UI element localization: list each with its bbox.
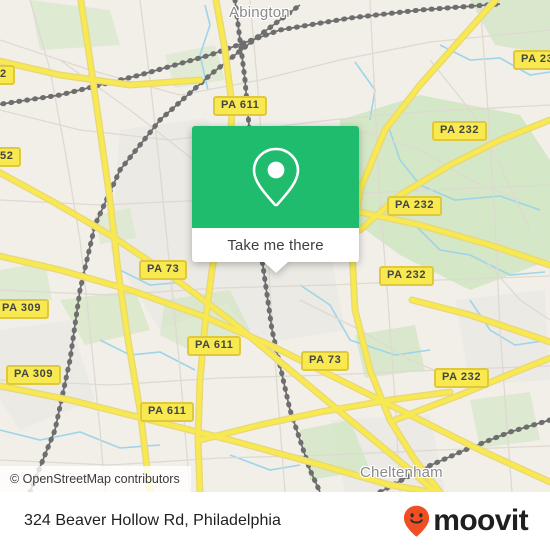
road-shield: PA 232 (379, 266, 435, 286)
road-shield: PA 232 (434, 368, 490, 388)
map-attribution[interactable]: © OpenStreetMap contributors (0, 466, 191, 492)
road-shield: PA 309 (0, 299, 50, 319)
moovit-wordmark: moovit (433, 504, 528, 537)
road-shield: PA 611 (140, 402, 195, 422)
map-canvas[interactable]: AbingtonCheltenham PA 23PA 611PA 232252P… (0, 0, 550, 492)
take-me-there-label: Take me there (227, 236, 324, 254)
footer-bar: 324 Beaver Hollow Rd, Philadelphia moovi… (0, 492, 550, 550)
map-pin-icon (252, 147, 299, 207)
road-shield: PA 23 (513, 50, 550, 70)
popup-action-bar[interactable]: Take me there (192, 228, 359, 273)
road-shield: PA 611 (213, 96, 268, 116)
road-shield: PA 232 (432, 121, 488, 141)
address-label: 324 Beaver Hollow Rd, Philadelphia (24, 512, 281, 529)
take-me-there-popup[interactable]: Take me there (192, 126, 359, 273)
popup-pointer-tail (263, 262, 288, 273)
popup-icon-panel (192, 126, 359, 228)
moovit-logo[interactable]: moovit (403, 504, 529, 537)
road-shield: PA 73 (301, 351, 350, 371)
road-shield: 2 (0, 65, 15, 85)
road-shield: PA 232 (387, 196, 443, 216)
road-shield: PA 611 (187, 336, 242, 356)
map-screenshot: AbingtonCheltenham PA 23PA 611PA 232252P… (0, 0, 550, 550)
road-shield: PA 73 (139, 260, 188, 280)
attribution-text: © OpenStreetMap contributors (10, 472, 180, 486)
moovit-smiley-pin-icon (404, 505, 430, 537)
road-shield: 52 (0, 147, 22, 167)
road-shield: PA 309 (6, 365, 62, 385)
